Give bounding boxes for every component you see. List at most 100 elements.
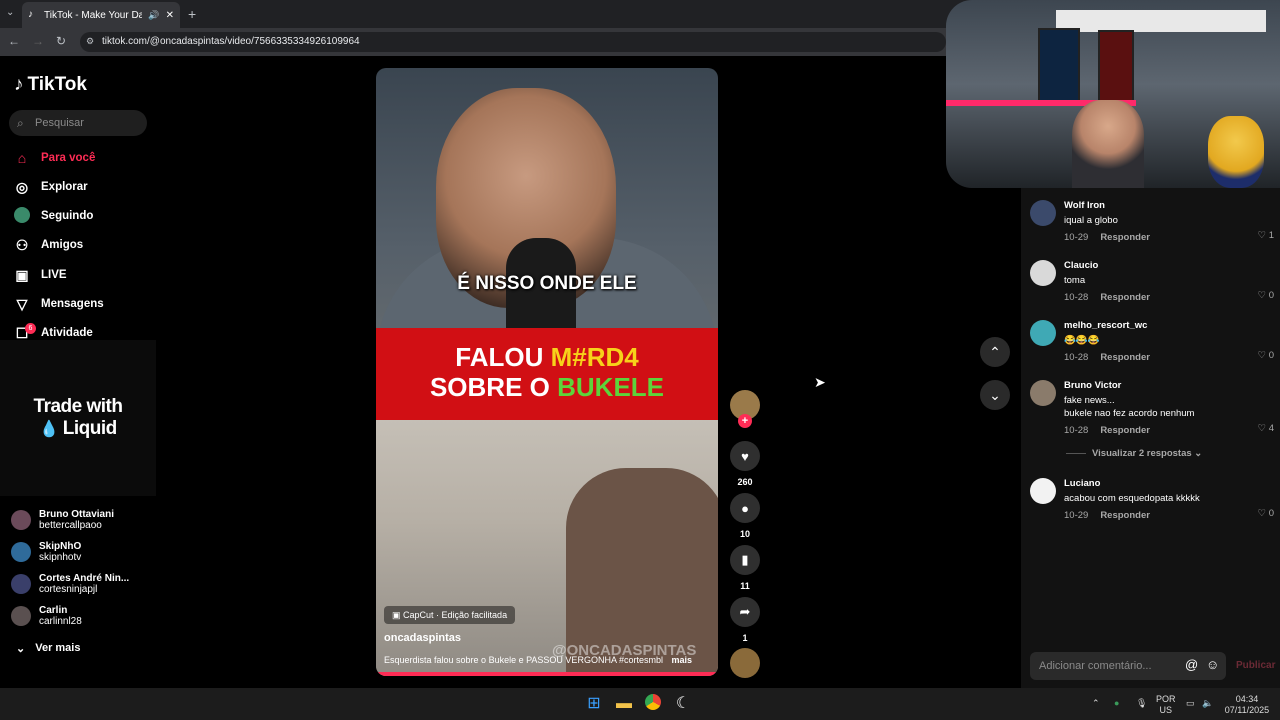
avatar[interactable]	[1030, 200, 1056, 226]
comment-date: 10-29	[1064, 232, 1089, 243]
reply-button[interactable]: Responder	[1100, 425, 1150, 436]
back-icon[interactable]: ←	[8, 34, 20, 48]
app-icon[interactable]: ☾	[673, 694, 693, 714]
comment-action[interactable]: ● 10	[730, 493, 760, 539]
comment-user[interactable]: Luciano	[1064, 478, 1274, 489]
nav-para-voce[interactable]: ⌂ Para você	[13, 147, 96, 169]
capcut-badge[interactable]: ▣ CapCut · Edição facilitada	[384, 606, 516, 624]
account-handle: carlinnl28	[39, 616, 82, 627]
publish-button[interactable]: Publicar	[1236, 660, 1275, 671]
webcam-streamer	[1072, 100, 1144, 188]
account-handle: skipnhotv	[39, 552, 82, 563]
url-field[interactable]: tiktok.com/@oncadaspintas/video/75663353…	[80, 32, 946, 52]
nav-seguindo[interactable]: Seguindo	[13, 205, 93, 227]
reload-icon[interactable]: ↻	[56, 34, 66, 48]
search-input[interactable]: ⌕ Pesquisar	[9, 110, 147, 136]
bookmark-icon[interactable]: ▮	[730, 545, 760, 575]
account-name: Carlin	[39, 605, 68, 616]
ad-banner[interactable]: Trade with 💧 Liquid	[0, 340, 156, 496]
windows-start-icon[interactable]: ⊞	[584, 694, 604, 714]
comment-text: toma	[1064, 275, 1086, 286]
reply-button[interactable]: Responder	[1100, 292, 1150, 303]
view-replies-label: Visualizar 2 respostas	[1092, 448, 1192, 459]
heart-icon[interactable]: ♥	[730, 441, 760, 471]
comment-user[interactable]: Wolf Iron	[1064, 200, 1274, 211]
tray-chevron-icon[interactable]: ⌃	[1092, 698, 1100, 709]
comment-like[interactable]: ♡ 0	[1258, 508, 1274, 519]
search-icon: ⌕	[17, 116, 24, 130]
description-text: Esquerdista falou sobre o Bukele e PASSO…	[384, 655, 663, 665]
comment-like[interactable]: ♡ 0	[1258, 290, 1274, 301]
see-more-label: Ver mais	[35, 642, 81, 654]
reply-button[interactable]: Responder	[1100, 352, 1150, 363]
comment-count: 10	[739, 529, 750, 539]
webcam-overlay	[946, 0, 1280, 188]
view-replies-button[interactable]: Visualizar 2 respostas ⌄	[1066, 448, 1202, 459]
more-link[interactable]: mais	[671, 655, 692, 665]
video-player[interactable]: É NISSO ONDE ELE FALOU M#RD4 SOBRE O BUK…	[376, 68, 718, 676]
like-action[interactable]: ♥ 260	[730, 441, 760, 487]
tab-title: TikTok - Make Your Day	[44, 9, 143, 21]
volume-icon[interactable]: 🔈	[1202, 698, 1213, 709]
messages-icon: ▽	[16, 295, 28, 312]
webcam-teddy-bear	[1208, 116, 1264, 188]
mention-icon[interactable]: @	[1185, 657, 1198, 672]
account-handle: bettercallpaoo	[39, 520, 102, 531]
tray-app-icon[interactable]: ●	[1114, 698, 1119, 709]
nav-amigos[interactable]: ⚇ Amigos	[13, 234, 83, 256]
nav-live[interactable]: ▣ LIVE	[13, 264, 66, 286]
see-more-button[interactable]: ⌄ Ver mais	[16, 637, 80, 659]
share-icon[interactable]: ➦	[730, 597, 760, 627]
headline-highlight: M#RD4	[550, 342, 639, 372]
clock[interactable]: 04:34 07/11/2025	[1222, 694, 1272, 716]
comment-like[interactable]: ♡ 0	[1258, 350, 1274, 361]
close-tab-icon[interactable]: ✕	[166, 10, 174, 21]
comment-like[interactable]: ♡ 1	[1258, 230, 1274, 241]
reply-button[interactable]: Responder	[1100, 232, 1150, 243]
avatar	[11, 606, 31, 626]
save-action[interactable]: ▮ 11	[730, 545, 760, 591]
file-explorer-icon[interactable]: ▬	[614, 694, 634, 714]
browser-tab[interactable]: ♪ TikTok - Make Your Day 🔊 ✕	[22, 2, 180, 28]
comment-icon[interactable]: ●	[730, 493, 760, 523]
comment-user[interactable]: melho_rescort_wc	[1064, 320, 1274, 331]
comment-text: acabou com esquedopata kkkkk	[1064, 493, 1200, 504]
avatar[interactable]	[1030, 260, 1056, 286]
avatar[interactable]	[1030, 320, 1056, 346]
emoji-icon[interactable]: ☺	[1206, 657, 1219, 672]
comment-like[interactable]: ♡ 4	[1258, 423, 1274, 434]
audio-icon[interactable]: 🔊	[148, 10, 159, 21]
comment-user[interactable]: Bruno Victor	[1064, 380, 1274, 391]
nav-explorar[interactable]: ◎ Explorar	[13, 176, 88, 198]
follow-plus-icon[interactable]: +	[738, 414, 752, 428]
previous-video-button[interactable]: ⌃	[980, 337, 1010, 367]
compass-icon: ◎	[15, 178, 29, 195]
share-action[interactable]: ➦ 1	[730, 597, 760, 643]
avatar[interactable]	[1030, 478, 1056, 504]
reply-button[interactable]: Responder	[1100, 510, 1150, 521]
music-disc-icon[interactable]	[730, 648, 760, 678]
nav-label: Atividade	[41, 327, 93, 339]
avatar[interactable]	[1030, 380, 1056, 406]
account-item[interactable]: Cortes André Nin... cortesninjapjl	[11, 573, 129, 595]
tab-list-icon[interactable]: ⌄	[6, 7, 14, 18]
comment-text-line2: bukele nao fez acordo nenhum	[1064, 408, 1195, 419]
site-info-icon[interactable]: ⚙	[86, 36, 94, 47]
microphone-icon[interactable]: 🎙	[1136, 698, 1147, 709]
video-progress-bar[interactable]	[376, 672, 718, 676]
account-item[interactable]: Carlin carlinnl28	[11, 605, 82, 627]
video-username[interactable]: oncadaspintas	[384, 632, 461, 644]
account-item[interactable]: Bruno Ottaviani bettercallpaoo	[11, 509, 114, 531]
new-tab-icon[interactable]: +	[188, 6, 196, 22]
chrome-icon[interactable]	[643, 694, 663, 714]
search-placeholder: Pesquisar	[35, 117, 84, 129]
tiktok-logo[interactable]: ♪ TikTok	[14, 74, 87, 96]
nav-mensagens[interactable]: ▽ Mensagens	[13, 293, 104, 315]
account-item[interactable]: SkipNhO skipnhotv	[11, 541, 81, 563]
network-icon[interactable]: ▭	[1186, 698, 1195, 709]
comment-user[interactable]: Claucio	[1064, 260, 1274, 271]
language-indicator[interactable]: POR US	[1156, 694, 1176, 716]
like-count: 260	[737, 477, 753, 487]
next-video-button[interactable]: ⌄	[980, 380, 1010, 410]
forward-icon[interactable]: →	[32, 34, 44, 48]
